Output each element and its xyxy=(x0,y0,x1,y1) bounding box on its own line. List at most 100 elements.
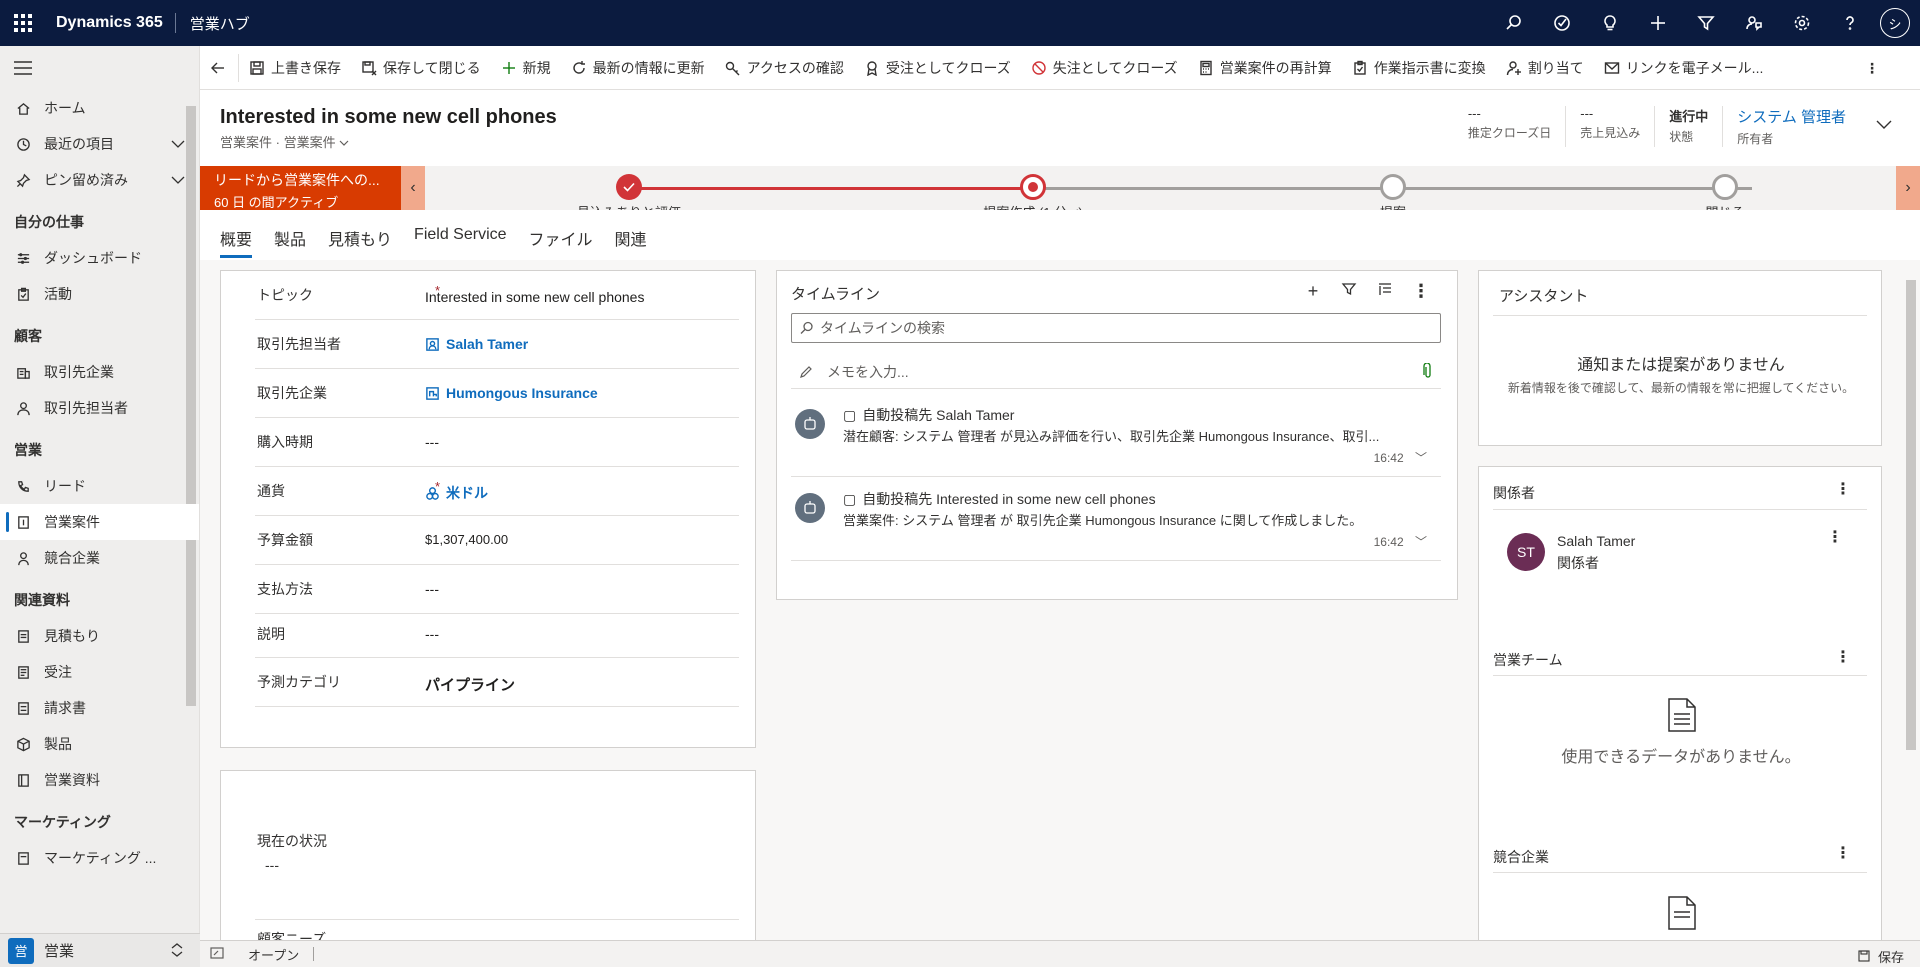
stakeholders-more-button[interactable]: ⋮ xyxy=(1835,479,1851,499)
close-as-lost-button[interactable]: 失注としてクローズ xyxy=(1021,46,1188,90)
field-budget[interactable]: 予算金額 $1,307,400.00 xyxy=(255,516,739,565)
top-bar: Dynamics 365 営業ハブ シ xyxy=(0,0,1920,46)
check-access-button[interactable]: アクセスの確認 xyxy=(715,46,854,90)
sidebar-item-sales-literature[interactable]: 営業資料 xyxy=(0,762,199,798)
bpf-prev-button[interactable]: ‹ xyxy=(401,166,425,210)
field-contact[interactable]: 取引先担当者 Salah Tamer xyxy=(255,320,739,369)
chevron-down-icon[interactable] xyxy=(171,172,185,188)
sales-team-more-button[interactable]: ⋮ xyxy=(1835,647,1851,667)
more-commands-button[interactable]: ⋮ xyxy=(1865,60,1880,77)
sidebar-item-leads[interactable]: リード xyxy=(0,468,199,504)
chevron-down-icon[interactable]: ﹀ xyxy=(1415,451,1427,465)
header-field-est-revenue[interactable]: --- 売上見込み xyxy=(1565,106,1654,147)
sidebar-item-orders[interactable]: 受注 xyxy=(0,654,199,690)
contact-link[interactable]: Salah Tamer xyxy=(425,336,528,352)
sidebar-item-quotes[interactable]: 見積もり xyxy=(0,618,199,654)
field-forecast-category[interactable]: 予測カテゴリ パイプライン xyxy=(255,658,739,707)
header-field-est-close-date[interactable]: --- 推定クローズ日 xyxy=(1454,106,1565,147)
email-link-button[interactable]: リンクを電子メール... xyxy=(1594,46,1774,90)
back-button[interactable] xyxy=(200,53,239,82)
header-field-owner[interactable]: システム 管理者 所有者 xyxy=(1722,106,1860,147)
app-launcher-button[interactable] xyxy=(0,0,46,46)
current-situation-value[interactable]: --- xyxy=(265,857,279,873)
settings-button[interactable] xyxy=(1778,0,1826,46)
assign-label: 割り当て xyxy=(1527,59,1584,76)
quick-create-button[interactable] xyxy=(1634,0,1682,46)
tab-products[interactable]: 製品 xyxy=(274,210,306,260)
chevron-down-icon[interactable]: ﹀ xyxy=(1415,535,1427,549)
status-save-button[interactable]: 保存 xyxy=(1858,947,1904,966)
field-account[interactable]: 取引先企業 Humongous Insurance xyxy=(255,369,739,418)
assign-button[interactable]: 割り当て xyxy=(1496,46,1594,90)
content-scrollbar[interactable] xyxy=(1906,280,1916,750)
stakeholder-more-button[interactable]: ⋮ xyxy=(1827,527,1843,547)
field-payment-method[interactable]: 支払方法 --- xyxy=(255,565,739,614)
sidebar-item-activities[interactable]: 活動 xyxy=(0,276,199,312)
open-window-icon[interactable] xyxy=(210,946,224,962)
ribbon-icon xyxy=(867,60,877,76)
sidebar-item-pinned[interactable]: ピン留め済み xyxy=(0,162,199,198)
sidebar-item-dashboard[interactable]: ダッシュボード xyxy=(0,240,199,276)
refresh-button[interactable]: 最新の情報に更新 xyxy=(561,46,715,90)
process-name-button[interactable]: リードから営業案件への... 60 日 の間アクティブ xyxy=(200,166,425,210)
sidebar-item-recent[interactable]: 最近の項目 xyxy=(0,126,199,162)
tab-files[interactable]: ファイル xyxy=(529,210,593,260)
more-vertical-icon[interactable]: ⋮ xyxy=(1403,281,1439,302)
tab-summary[interactable]: 概要 xyxy=(220,210,253,260)
sidebar-item-contacts[interactable]: 取引先担当者 xyxy=(0,390,199,426)
user-avatar[interactable]: シ xyxy=(1880,8,1910,38)
attachment-icon[interactable] xyxy=(1423,362,1433,382)
convert-work-order-button[interactable]: 作業指示書に変換 xyxy=(1342,46,1496,90)
assistance-button[interactable] xyxy=(1730,0,1778,46)
advanced-filter-button[interactable] xyxy=(1682,0,1730,46)
sidebar-item-marketing[interactable]: マーケティング ... xyxy=(0,840,199,876)
help-button[interactable] xyxy=(1826,0,1874,46)
chevron-down-icon[interactable] xyxy=(339,135,349,150)
field-topic[interactable]: トピック * Interested in some new cell phone… xyxy=(255,271,739,320)
sidebar-item-products[interactable]: 製品 xyxy=(0,726,199,762)
close-as-won-button[interactable]: 受注としてクローズ xyxy=(854,46,1021,90)
timeline-item[interactable]: ▢ 自動投稿先 Interested in some new cell phone… xyxy=(791,477,1441,561)
owner-link[interactable]: システム 管理者 xyxy=(1737,106,1846,127)
form-selector[interactable]: 営業案件 xyxy=(284,135,336,150)
save-button[interactable]: 上書き保存 xyxy=(239,46,351,90)
account-link[interactable]: Humongous Insurance xyxy=(425,385,598,401)
sidebar-item-label: 受注 xyxy=(44,664,72,680)
timeline-search-input[interactable]: タイムラインの検索 xyxy=(791,313,1441,343)
sidebar-section-collateral: 関連資料 xyxy=(14,592,70,608)
tab-quotes[interactable]: 見積もり xyxy=(328,210,392,260)
timeline-item[interactable]: ▢ 自動投稿先 Salah Tamer 潜在顧客: システム 管理者 が見込み評価… xyxy=(791,393,1441,477)
filter-icon[interactable] xyxy=(1331,281,1367,302)
new-button[interactable]: 新規 xyxy=(491,46,561,90)
field-purchase-timeframe[interactable]: 購入時期 --- xyxy=(255,418,739,467)
sidebar-item-opportunities[interactable]: 営業案件 xyxy=(0,504,199,540)
save-and-close-button[interactable]: 保存して閉じる xyxy=(351,46,491,90)
field-currency[interactable]: 通貨 * 米ドル xyxy=(255,467,739,516)
currency-link[interactable]: 米ドル xyxy=(425,483,488,503)
app-name[interactable]: Dynamics 365 xyxy=(46,14,175,32)
sidebar-item-competitors[interactable]: 競合企業 xyxy=(0,540,199,576)
sitemap-toggle-button[interactable] xyxy=(0,46,199,90)
stakeholder-name[interactable]: Salah Tamer xyxy=(1557,533,1635,549)
add-icon[interactable]: + xyxy=(1295,281,1331,302)
sidebar-item-accounts[interactable]: 取引先企業 xyxy=(0,354,199,390)
search-button[interactable] xyxy=(1490,0,1538,46)
recalculate-button[interactable]: 営業案件の再計算 xyxy=(1188,46,1342,90)
competitors-more-button[interactable]: ⋮ xyxy=(1835,843,1851,863)
expand-header-button[interactable] xyxy=(1860,106,1892,147)
area-switcher[interactable]: 営 営業 xyxy=(0,933,200,967)
task-flow-button[interactable] xyxy=(1538,0,1586,46)
check-access-label: アクセスの確認 xyxy=(746,59,844,76)
sidebar-item-home[interactable]: ホーム xyxy=(0,90,199,126)
bpf-next-button[interactable]: › xyxy=(1896,166,1920,210)
tab-related[interactable]: 関連 xyxy=(615,210,647,260)
topic-value[interactable]: Interested in some new cell phones xyxy=(425,289,644,305)
sort-icon[interactable] xyxy=(1367,281,1403,302)
sidebar-item-invoices[interactable]: 請求書 xyxy=(0,690,199,726)
timeline-note-input[interactable]: メモを入力... xyxy=(791,355,1441,389)
tab-field-service[interactable]: Field Service xyxy=(414,210,506,260)
field-description[interactable]: 説明 --- xyxy=(255,614,739,658)
chevron-down-icon[interactable] xyxy=(171,136,185,152)
ideas-button[interactable] xyxy=(1586,0,1634,46)
hub-name[interactable]: 営業ハブ xyxy=(176,13,250,34)
